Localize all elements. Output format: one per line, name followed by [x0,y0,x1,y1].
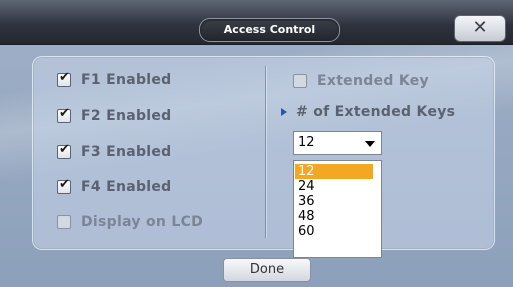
f3-enabled-option[interactable]: F3 Enabled [57,142,172,162]
dropdown-option-36[interactable]: 36 [295,194,373,209]
done-button[interactable]: Done [223,258,311,282]
display-on-lcd-checkbox[interactable] [57,215,71,229]
dropdown-option-60[interactable]: 60 [295,224,373,239]
dropdown-option-48[interactable]: 48 [295,209,373,224]
f3-enabled-label: F3 Enabled [81,144,172,160]
extended-keys-count-header: # of Extended Keys [281,102,455,122]
access-control-dialog: Access Control ✕ F1 Enabled F2 Enabled F… [0,0,513,287]
f4-enabled-checkbox[interactable] [57,177,71,194]
dropdown-option-12[interactable]: 12 [295,164,373,179]
extended-key-label: Extended Key [317,73,429,89]
extended-keys-select[interactable]: 12 [293,131,382,155]
display-on-lcd-label: Display on LCD [81,214,204,230]
f1-enabled-checkbox[interactable] [57,70,71,87]
panel-divider [265,66,266,238]
f1-enabled-label: F1 Enabled [81,72,172,88]
display-on-lcd-option[interactable]: Display on LCD [57,212,203,232]
extended-keys-selected-value: 12 [298,135,315,150]
f3-enabled-checkbox[interactable] [57,142,71,159]
chevron-down-icon [365,141,375,147]
extended-key-option[interactable]: Extended Key [293,71,429,91]
f4-enabled-label: F4 Enabled [81,179,172,195]
f1-enabled-option[interactable]: F1 Enabled [57,70,172,90]
f4-enabled-option[interactable]: F4 Enabled [57,177,172,197]
f2-enabled-checkbox[interactable] [57,106,71,123]
triangle-right-icon [281,108,287,116]
close-icon: ✕ [472,17,488,38]
title-bar: Access Control ✕ [0,0,513,45]
extended-keys-dropdown-list: 12 24 36 48 60 [293,160,382,258]
extended-keys-count-label: # of Extended Keys [296,104,456,120]
f2-enabled-option[interactable]: F2 Enabled [57,106,172,126]
close-button[interactable]: ✕ [454,15,506,42]
extended-key-checkbox[interactable] [293,74,307,88]
dropdown-option-24[interactable]: 24 [295,179,373,194]
dialog-title: Access Control [199,18,340,42]
f2-enabled-label: F2 Enabled [81,108,172,124]
